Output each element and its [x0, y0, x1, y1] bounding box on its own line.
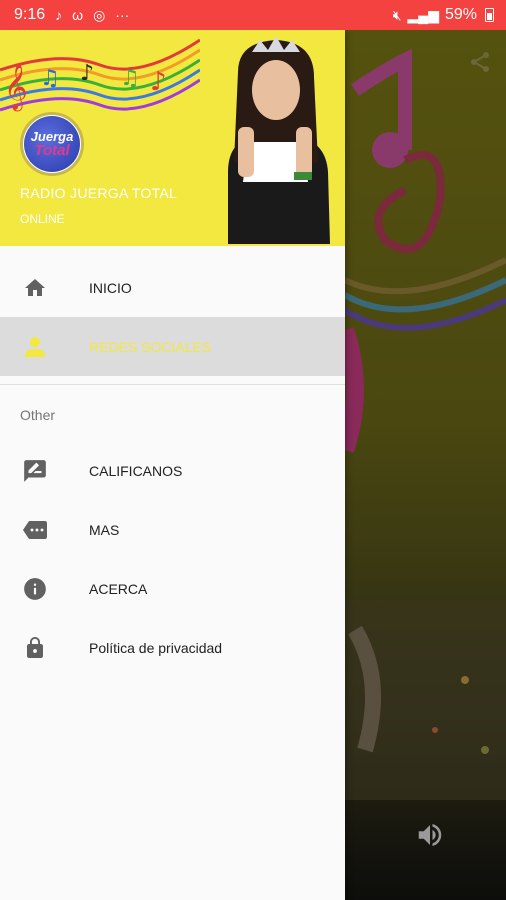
menu-item-calificanos[interactable]: CALIFICANOS — [0, 441, 345, 500]
more-notifications-icon: ··· — [115, 7, 130, 23]
music-note-icon: ♪ — [55, 7, 63, 23]
other-menu: CALIFICANOS MAS ACERCA Política de priva… — [0, 441, 345, 677]
background-app-content[interactable] — [345, 30, 506, 900]
svg-text:♪: ♪ — [80, 61, 94, 86]
svg-text:𝄞: 𝄞 — [4, 64, 28, 112]
menu-item-mas[interactable]: MAS — [0, 500, 345, 559]
more-tag-icon — [22, 517, 48, 543]
station-status: ONLINE — [20, 212, 65, 226]
menu-item-label: Política de privacidad — [89, 639, 223, 656]
menu-item-label: CALIFICANOS — [89, 462, 183, 479]
mute-icon: 🔇︎ — [392, 7, 402, 23]
lock-icon — [22, 635, 48, 661]
navigation-drawer: 𝄞 ♫ ♪ ♫ ♪ Juerga Total RADIO JUERGA TOTA… — [0, 30, 345, 900]
menu-item-acerca[interactable]: ACERCA — [0, 559, 345, 618]
menu-item-label: REDES SOCIALES — [89, 338, 212, 355]
volume-icon[interactable] — [415, 820, 445, 850]
section-label-other: Other — [20, 407, 56, 423]
signal-icon: ▂▄▆ — [407, 7, 439, 23]
music-artwork-image — [345, 48, 506, 800]
menu-item-inicio[interactable]: INICIO — [0, 258, 345, 317]
menu-item-label: INICIO — [89, 279, 132, 296]
svg-text:♫: ♫ — [120, 66, 140, 91]
home-icon — [22, 275, 48, 301]
battery-icon — [485, 8, 494, 22]
share-icon[interactable] — [468, 50, 492, 74]
notification-app-icon: ω — [72, 7, 84, 23]
svg-text:♫: ♫ — [40, 66, 60, 91]
menu-item-label: MAS — [89, 521, 120, 538]
instagram-icon: ◎ — [93, 7, 106, 23]
status-time: 9:16 — [14, 6, 46, 23]
header-person-image — [228, 36, 330, 244]
person-icon — [22, 334, 48, 360]
music-notes-decoration: 𝄞 ♫ ♪ ♫ ♪ — [0, 38, 200, 112]
drawer-header: 𝄞 ♫ ♪ ♫ ♪ Juerga Total RADIO JUERGA TOTA… — [0, 30, 345, 246]
status-bar: 9:16 ♪ ω ◎ ··· 🔇︎ ▂▄▆ 59% — [0, 0, 506, 30]
station-name: RADIO JUERGA TOTAL — [20, 185, 178, 201]
svg-text:♪: ♪ — [150, 67, 167, 97]
menu-item-redes-sociales[interactable]: REDES SOCIALES — [0, 317, 345, 376]
rate-review-icon — [22, 458, 48, 484]
logo-text-line-2: Total — [34, 142, 70, 159]
info-icon — [22, 576, 48, 602]
menu-item-politica-privacidad[interactable]: Política de privacidad — [0, 618, 345, 677]
battery-percent: 59% — [444, 6, 477, 23]
menu-item-label: ACERCA — [89, 580, 148, 597]
station-logo: Juerga Total — [20, 112, 84, 176]
main-menu: INICIO REDES SOCIALES — [0, 258, 345, 376]
